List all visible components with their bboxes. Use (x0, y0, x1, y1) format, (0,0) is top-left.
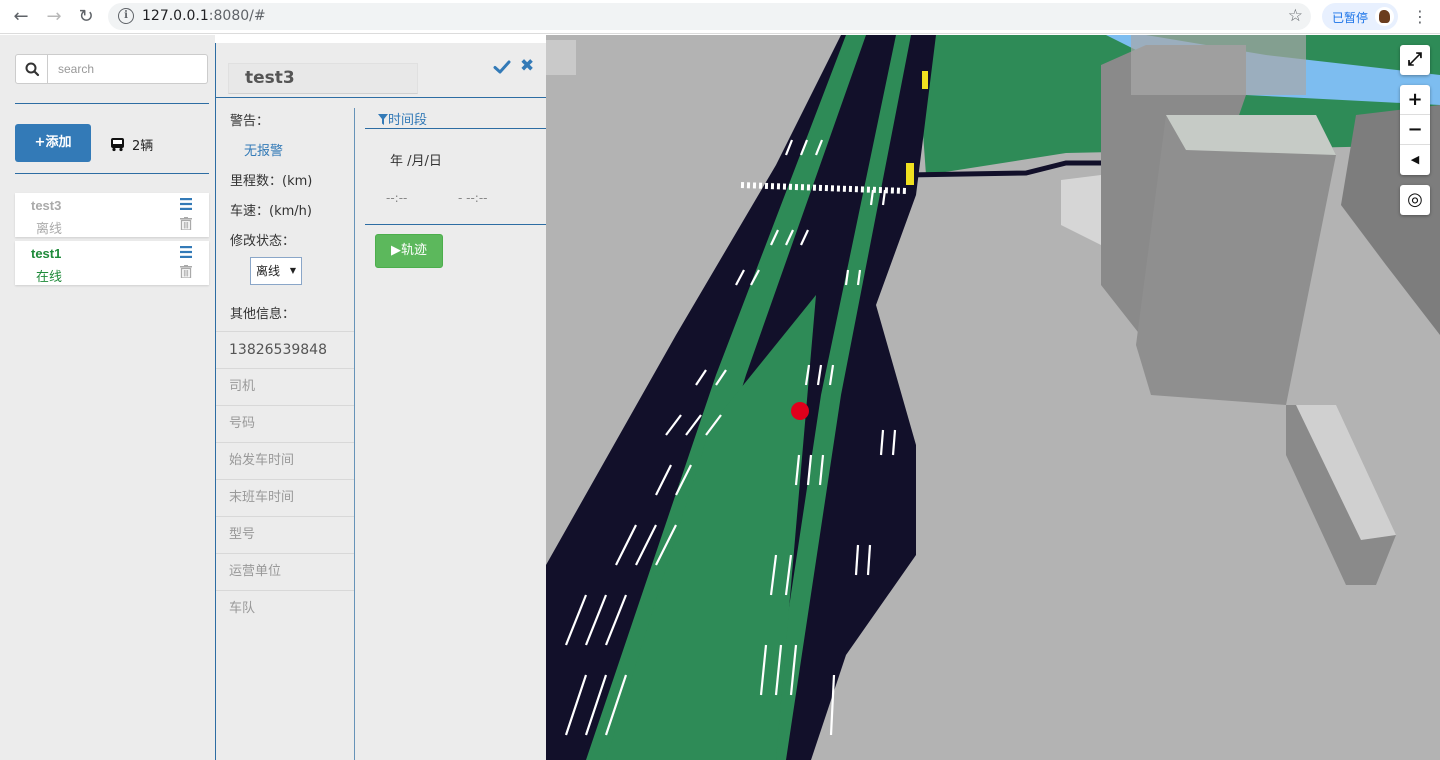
info-row-model: 型号 (216, 516, 354, 553)
time-segment-divider (365, 128, 547, 129)
menu-list-icon[interactable] (180, 246, 192, 258)
bookmark-star-icon[interactable]: ☆ (1288, 6, 1303, 26)
vehicle-item-test1[interactable]: test1 在线 (15, 241, 209, 285)
panel-divider (216, 97, 547, 98)
address-bar[interactable]: i 127.0.0.1:8080/# ☆ (108, 3, 1311, 30)
traffic-signal (906, 163, 914, 185)
search-icon (25, 62, 40, 77)
end-time-input[interactable]: - --:-- (458, 191, 488, 205)
speed-label: 车速：(km/h) (230, 204, 312, 219)
column-divider (354, 108, 355, 760)
info-row-number: 号码 (216, 405, 354, 442)
status-select[interactable]: 离线 ▼ (250, 257, 302, 285)
search-input[interactable] (48, 54, 208, 84)
vehicle-sidebar: +添加 2辆 test3 离线 test1 在线 (0, 35, 215, 760)
date-input[interactable]: 年 /月/日 (390, 150, 442, 169)
track-button[interactable]: ▶轨迹 (375, 234, 443, 268)
trash-icon[interactable] (180, 265, 192, 278)
status-select-value: 离线 (256, 264, 281, 278)
vehicle-count-text: 2辆 (132, 138, 154, 154)
bus-icon (111, 137, 124, 151)
time-segment-header: 时间段 (378, 109, 427, 128)
warning-label: 警告： (230, 114, 270, 129)
vehicle-item-test3[interactable]: test3 离线 (15, 193, 209, 237)
vehicle-marker (791, 402, 809, 420)
browser-menu-icon[interactable]: ⋮ (1412, 6, 1428, 28)
trash-icon[interactable] (180, 217, 192, 230)
fullscreen-control: ⤢ (1400, 45, 1430, 75)
panel-title: test3 (228, 63, 418, 94)
info-row-last-bus: 末班车时间 (216, 479, 354, 516)
sidebar-divider (15, 103, 209, 104)
vehicle-name[interactable]: test1 (31, 246, 61, 261)
info-row-fleet: 车队 (216, 590, 354, 627)
vehicle-count: 2辆 (110, 135, 154, 154)
back-arrow-icon[interactable]: ← (10, 6, 32, 28)
zoom-in-icon[interactable]: + (1400, 85, 1430, 115)
add-vehicle-button[interactable]: +添加 (15, 124, 91, 162)
close-icon[interactable]: ✖ (520, 56, 534, 76)
building (546, 40, 576, 75)
paused-label: 已暂停 (1332, 11, 1369, 25)
info-row-driver: 司机 (216, 368, 354, 405)
menu-list-icon[interactable] (180, 198, 192, 210)
site-info-icon[interactable]: i (118, 8, 134, 24)
sidebar-divider (15, 173, 209, 174)
vehicle-detail-panel: test3 ✖ 警告： 无报警 里程数：(km) 车速：(km/h) 修改状态：… (215, 43, 547, 760)
map-3d-scene (546, 35, 1440, 760)
vehicle-status: 在线 (36, 270, 63, 285)
mileage-label: 里程数：(km) (230, 174, 313, 189)
chevron-down-icon: ▼ (289, 266, 296, 275)
filter-icon (378, 114, 388, 125)
building (1061, 175, 1101, 245)
vehicle-status: 离线 (36, 222, 63, 237)
forward-arrow-icon[interactable]: → (43, 6, 65, 28)
profile-paused-button[interactable]: 已暂停 (1322, 3, 1398, 30)
locate-icon[interactable]: ◎ (1400, 185, 1430, 215)
browser-toolbar: ← → ↻ i 127.0.0.1:8080/# ☆ 已暂停 ⋮ (0, 0, 1440, 34)
building-roof (1166, 115, 1336, 155)
other-info-label: 其他信息： (230, 307, 296, 322)
check-icon[interactable] (493, 58, 511, 76)
vehicle-name[interactable]: test3 (31, 198, 61, 213)
search-group (15, 54, 208, 84)
profile-avatar (1375, 7, 1394, 26)
zoom-out-icon[interactable]: − (1400, 115, 1430, 145)
start-time-input[interactable]: --:-- (386, 191, 407, 205)
compass-icon[interactable]: ◀ (1400, 145, 1430, 175)
status-label: 修改状态： (230, 234, 296, 249)
locate-control: ◎ (1400, 185, 1430, 215)
reload-icon[interactable]: ↻ (75, 6, 97, 28)
building (1131, 35, 1306, 95)
info-row-first-bus: 始发车时间 (216, 442, 354, 479)
time-segment-title: 时间段 (388, 113, 428, 128)
map-view[interactable]: ⤢ + − ◀ ◎ (546, 35, 1440, 760)
building (1136, 115, 1336, 405)
fullscreen-icon[interactable]: ⤢ (1400, 45, 1430, 75)
search-button[interactable] (15, 54, 48, 84)
url-text[interactable]: 127.0.0.1:8080/# (142, 8, 266, 24)
info-row-phone: 13826539848 (216, 331, 354, 368)
traffic-signal (922, 71, 928, 89)
zoom-control: + − ◀ (1400, 85, 1430, 175)
time-segment-divider (365, 224, 547, 225)
info-row-operator: 运营单位 (216, 553, 354, 590)
warning-value: 无报警 (244, 144, 284, 159)
